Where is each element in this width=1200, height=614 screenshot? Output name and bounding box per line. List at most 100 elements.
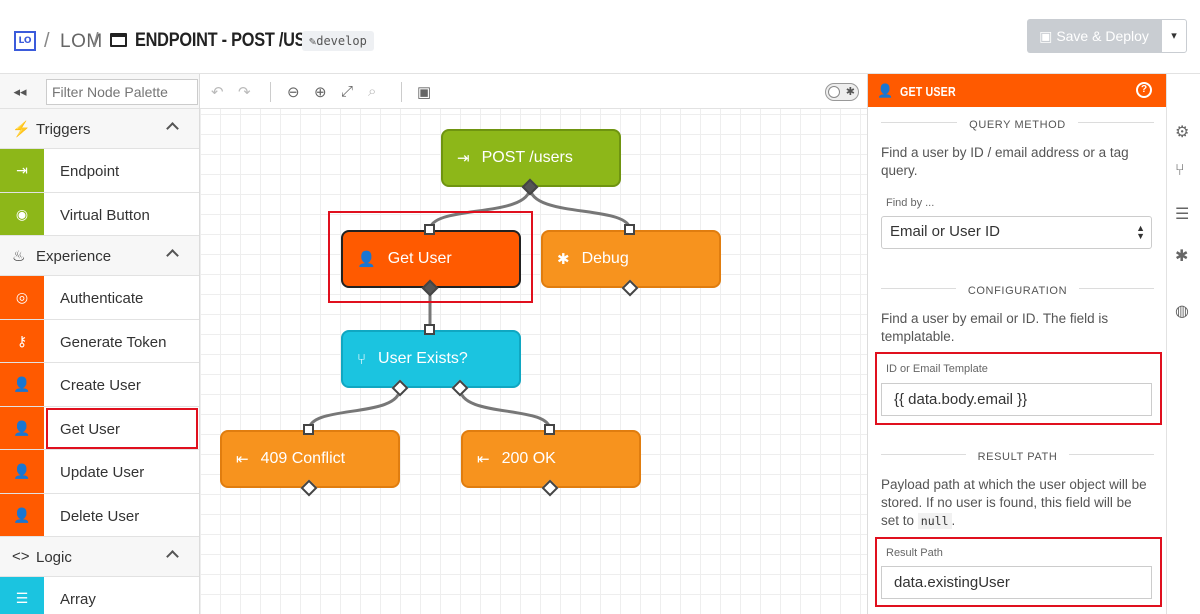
connection-line bbox=[458, 387, 552, 431]
category-triggers[interactable]: ⚡ Triggers bbox=[0, 109, 199, 149]
node-debug[interactable]: ✱ Debug bbox=[541, 230, 721, 288]
globe-icon[interactable]: ◍ bbox=[1175, 301, 1189, 321]
configuration-description: Find a user by email or ID. The field is… bbox=[881, 311, 1109, 344]
endpoint-icon: ⇥ bbox=[457, 150, 470, 167]
user-edit-icon: 👤 bbox=[0, 450, 44, 493]
user-remove-icon: 👤 bbox=[0, 493, 44, 536]
input-port[interactable] bbox=[624, 224, 635, 235]
help-icon[interactable]: ? bbox=[1136, 82, 1152, 98]
palette-item-label: Authenticate bbox=[60, 290, 144, 307]
chevron-up-icon bbox=[166, 550, 179, 563]
key-icon: ⚷ bbox=[0, 319, 44, 362]
result-path-input[interactable]: data.existingUser bbox=[881, 566, 1152, 599]
list-icon: ☰ bbox=[0, 577, 44, 614]
palette-item-label: Virtual Button bbox=[60, 206, 150, 224]
palette-item-label: Update User bbox=[60, 464, 145, 481]
input-port[interactable] bbox=[303, 424, 314, 435]
node-label: 200 OK bbox=[501, 450, 556, 467]
section-heading: RESULT PATH bbox=[965, 451, 1070, 463]
palette-item-endpoint[interactable]: ⇥ Endpoint bbox=[0, 149, 199, 193]
branch-name: develop bbox=[316, 34, 367, 48]
code-icon: <> bbox=[12, 548, 30, 565]
right-rail: ⚙ ⑂ ☰ ✱ ◍ bbox=[1166, 74, 1200, 614]
save-deploy-label: Save & Deploy bbox=[1056, 28, 1149, 44]
fingerprint-icon: ◎ bbox=[0, 276, 44, 319]
workflow-canvas[interactable]: ↶ ↷ ⊖ ⊕ ⤢ ⌕ ▣ ✱ ⇥ POST /users 👤 Get User… bbox=[200, 74, 867, 614]
select-arrows-icon: ▲ ▼ bbox=[1136, 223, 1145, 241]
node-label: User Exists? bbox=[378, 350, 468, 367]
palette-item-label: Create User bbox=[60, 377, 141, 394]
user-plus-icon: 👤 bbox=[0, 363, 44, 406]
section-query-method: QUERY METHOD bbox=[881, 115, 1154, 131]
input-port[interactable] bbox=[544, 424, 555, 435]
palette-item-authenticate[interactable]: ◎ Authenticate bbox=[0, 276, 199, 320]
panel-title: GET USER bbox=[900, 84, 956, 99]
palette-item-delete-user[interactable]: 👤 Delete User bbox=[0, 493, 199, 537]
palette-item-create-user[interactable]: 👤 Create User bbox=[0, 363, 199, 407]
palette-item-update-user[interactable]: 👤 Update User bbox=[0, 450, 199, 494]
input-port[interactable] bbox=[424, 324, 435, 335]
branch-badge[interactable]: ✎develop bbox=[302, 31, 374, 51]
gear-icon[interactable]: ⚙ bbox=[1175, 122, 1189, 142]
section-configuration: CONFIGURATION bbox=[881, 281, 1154, 297]
find-by-select[interactable]: Email or User ID ▲ ▼ bbox=[881, 216, 1152, 249]
palette-toolbar: ◂◂ bbox=[0, 74, 199, 109]
palette-item-generate-token[interactable]: ⚷ Generate Token bbox=[0, 319, 199, 363]
save-deploy-button[interactable]: ▣ Save & Deploy bbox=[1027, 19, 1161, 53]
find-by-value: Email or User ID bbox=[890, 223, 1001, 240]
connection-line bbox=[307, 387, 402, 431]
database-icon[interactable]: ☰ bbox=[1175, 204, 1189, 224]
branch-icon: ⑂ bbox=[357, 350, 367, 368]
category-label: Logic bbox=[36, 549, 72, 566]
workflow-icon bbox=[110, 33, 127, 47]
response-icon: ⇤ bbox=[236, 451, 249, 468]
palette-item-get-user[interactable]: 👤 Get User bbox=[0, 406, 199, 450]
node-properties-panel: 👤 GET USER ? QUERY METHOD Find a user by… bbox=[867, 74, 1166, 614]
response-icon: ⇤ bbox=[477, 451, 490, 468]
node-409-conflict[interactable]: ⇤ 409 Conflict bbox=[220, 430, 400, 488]
filter-node-palette-input[interactable] bbox=[46, 79, 198, 105]
panel-header: 👤 GET USER ? bbox=[868, 74, 1166, 107]
palette-item-label: Generate Token bbox=[60, 333, 167, 351]
null-code: null bbox=[917, 513, 952, 529]
breadcrumb-separator: / bbox=[44, 30, 50, 52]
lightning-icon: ⚡ bbox=[12, 121, 31, 138]
connection-line bbox=[528, 186, 632, 231]
node-palette: ◂◂ ⚡ Triggers ⇥ Endpoint ◉ Virtual Butto… bbox=[0, 74, 200, 614]
bug-icon: ✱ bbox=[557, 251, 570, 268]
collapse-palette-button[interactable]: ◂◂ bbox=[0, 74, 40, 109]
app-logo[interactable]: LO bbox=[14, 31, 36, 51]
chevron-up-icon bbox=[166, 249, 179, 262]
node-label: 409 Conflict bbox=[260, 450, 346, 467]
node-200-ok[interactable]: ⇤ 200 OK bbox=[461, 430, 641, 488]
section-heading: QUERY METHOD bbox=[957, 119, 1078, 131]
node-post-users[interactable]: ⇥ POST /users bbox=[441, 129, 621, 187]
node-get-user[interactable]: 👤 Get User bbox=[341, 230, 521, 288]
category-logic[interactable]: <> Logic bbox=[0, 537, 199, 577]
result-path-label: Result Path bbox=[886, 547, 943, 559]
find-by-label: Find by ... bbox=[886, 197, 935, 209]
id-email-template-input[interactable]: {{ data.body.email }} bbox=[881, 383, 1152, 416]
save-icon: ▣ bbox=[1039, 28, 1053, 44]
palette-item-label: Delete User bbox=[60, 507, 140, 525]
palette-item-array[interactable]: ☰ Array bbox=[0, 577, 199, 614]
query-method-description: Find a user by ID / email address or a t… bbox=[881, 145, 1129, 178]
node-label: POST /users bbox=[481, 149, 573, 166]
input-port[interactable] bbox=[424, 224, 435, 235]
palette-item-label: Array bbox=[60, 591, 96, 608]
category-label: Triggers bbox=[36, 121, 91, 138]
deploy-options-dropdown[interactable]: ▾ bbox=[1161, 19, 1187, 53]
bug-icon[interactable]: ✱ bbox=[1175, 246, 1188, 266]
app-header: LO / LOM / ENDPOINT - POST /USERS ✎devel… bbox=[0, 0, 1200, 74]
experience-icon: ♨ bbox=[12, 248, 26, 265]
user-search-icon: 👤 bbox=[357, 251, 376, 268]
category-experience[interactable]: ♨ Experience bbox=[0, 236, 199, 276]
branch-icon[interactable]: ⑂ bbox=[1175, 162, 1185, 180]
palette-item-virtual-button[interactable]: ◉ Virtual Button bbox=[0, 192, 199, 236]
palette-item-label: Get User bbox=[60, 420, 121, 438]
category-label: Experience bbox=[36, 248, 112, 265]
result-path-description: Payload path at which the user object wi… bbox=[881, 477, 1147, 529]
chevron-up-icon bbox=[166, 122, 179, 135]
node-label: Debug bbox=[581, 250, 629, 267]
node-user-exists[interactable]: ⑂ User Exists? bbox=[341, 330, 521, 388]
